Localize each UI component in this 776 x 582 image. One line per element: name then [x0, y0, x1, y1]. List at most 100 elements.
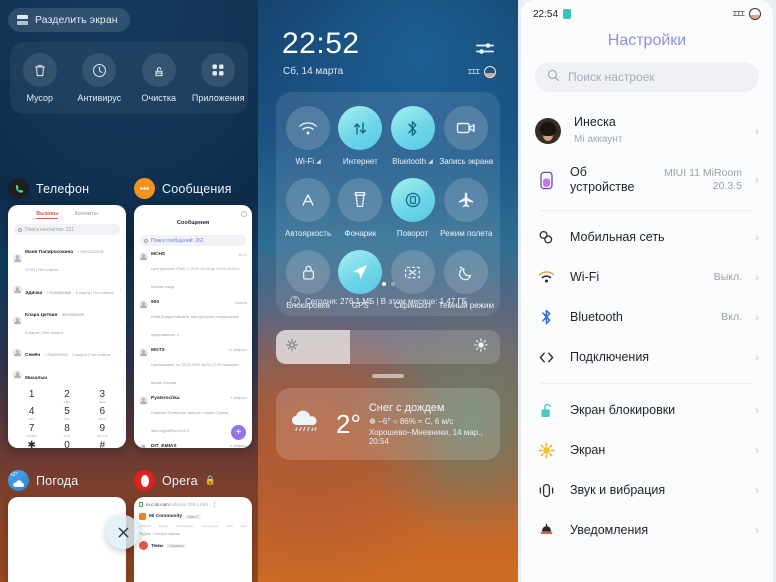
compose-message-button[interactable]: + [231, 425, 246, 440]
browser-address-bar[interactable]: ru.c.mi.com/ru/forum-235-1.html ⋮ [134, 497, 252, 511]
toggle-wifi[interactable]: Wi-Fi ◢ [282, 106, 334, 166]
dialer-search-input[interactable]: Поиск контактов: 121 [14, 224, 120, 235]
tool-apps[interactable]: Приложения [189, 53, 247, 103]
key-hash[interactable]: #; [85, 440, 120, 448]
messages-search-input[interactable]: Поиск сообщений: 262 [140, 235, 246, 246]
list-item[interactable]: Семён +79652209G 5 марта | Нет ответа › [8, 341, 126, 363]
key-3[interactable]: 3 DEF [85, 389, 120, 404]
drag-handle[interactable] [372, 374, 404, 378]
list-item[interactable]: MCHS 16:22 Центральное УГМС с 19:00 14.03… [134, 249, 252, 297]
toggle-internet[interactable]: Интернет [334, 106, 386, 166]
settings-item-wifi[interactable]: Wi-Fi Выкл. › [521, 257, 773, 297]
settings-item-account[interactable]: Инеска Mi аккаунт › [521, 106, 773, 156]
recent-card-messages[interactable]: Сообщения Сообщения Поиск сообщений: 262… [134, 178, 252, 448]
site-nav[interactable]: Главная Форум Смартфоны Аксессуары MIUI … [134, 522, 252, 530]
nav-item[interactable]: Ещё [241, 524, 247, 528]
key-digit: 5 [64, 405, 70, 417]
avatar [139, 347, 148, 357]
divider [541, 210, 753, 211]
key-2[interactable]: 2 ABC [49, 389, 84, 404]
recent-card-header: Opera 🔒 [134, 470, 252, 491]
settings-item-display[interactable]: Экран › [521, 430, 773, 470]
key-7[interactable]: 7 PQRS [14, 423, 49, 438]
auto-brightness-icon [286, 178, 331, 222]
key-9[interactable]: 9 WXYZ [85, 423, 120, 438]
toggle-airplane[interactable]: Режим полета [439, 178, 494, 238]
chevron-right-icon: › [755, 270, 759, 284]
recent-card-thumbnail[interactable]: Вызовы Контакты Поиск контактов: 121 Ман… [8, 205, 126, 448]
site-name: Mi Community [149, 514, 183, 519]
toggle-auto-brightness[interactable]: Автояркость [282, 178, 334, 238]
key-6[interactable]: 6 MNO [85, 406, 120, 421]
nav-item[interactable]: Главная [139, 524, 151, 528]
toggles-pager[interactable] [276, 282, 500, 286]
dialer-tab-contacts[interactable]: Контакты [74, 211, 97, 219]
gear-icon[interactable] [241, 211, 247, 217]
nav-item[interactable]: Аксессуары [201, 524, 218, 528]
pager-dot-1[interactable] [381, 282, 386, 286]
pager-dot-2[interactable] [390, 282, 395, 286]
list-item[interactable]: Михалыч [8, 364, 126, 386]
key-8[interactable]: 8 TUV [49, 423, 84, 438]
chevron-right-icon: › [119, 349, 121, 356]
key-4[interactable]: 4 GHI [14, 406, 49, 421]
settings-item-label: Bluetooth [570, 309, 623, 324]
split-screen-button[interactable]: Разделить экран [8, 8, 130, 32]
recent-card-phone[interactable]: Телефон Вызовы Контакты Поиск контактов:… [8, 178, 126, 448]
settings-item-connections[interactable]: Подключения › [521, 337, 773, 377]
search-input[interactable]: Поиск настроек [535, 62, 759, 92]
contact-number: +79532229GR [77, 249, 104, 255]
list-item[interactable]: Маня Папиросокина +79532229GR 22:53 | Не… [8, 238, 126, 278]
browser-url-host: ru.c.mi.com [146, 502, 169, 507]
weather-widget[interactable]: 2° Снег с дождем ☸ −6° ○ 86% ≈ С, 6 м/с … [276, 388, 500, 460]
key-0[interactable]: 0+ [49, 440, 84, 448]
key-digit: # [99, 439, 106, 448]
list-item[interactable]: DIT_EMIAS6 февраля Вы записаны: У2И ДГП … [134, 440, 252, 448]
key-letters: WXYZ [97, 433, 108, 438]
avatar [139, 252, 148, 262]
toggle-screen-record[interactable]: Запись экрана [439, 106, 494, 166]
overflow-menu-icon[interactable]: ⋮ [211, 501, 217, 508]
toggle-bluetooth[interactable]: Bluetooth ◢ [386, 106, 438, 166]
key-1[interactable]: 1 [14, 389, 49, 404]
recent-card-thumbnail[interactable]: Сообщения Поиск сообщений: 262 MCHS 16:22… [134, 205, 252, 448]
trash-icon [22, 53, 57, 87]
settings-item-about[interactable]: Об устройстве MIUI 11 MiRoom 20.3.5 › [521, 156, 773, 204]
tool-antivirus[interactable]: Антивирус [70, 53, 128, 103]
dialer-tab-calls[interactable]: Вызовы [36, 211, 59, 219]
settings-sliders-icon[interactable] [476, 42, 494, 60]
list-item[interactable]: Эдичка +7930686868 6 марта | Нет ответа … [8, 278, 126, 300]
nav-item[interactable]: MIUI [226, 524, 233, 528]
dark-mode-icon [444, 250, 489, 294]
key-5[interactable]: 5 JKL [49, 406, 84, 421]
dialer-keypad[interactable]: 1 2 ABC 3 DEF 4 GHI 5 JKL 6 MNO 7 PQRS 8 TUV 9W… [8, 386, 126, 448]
split-screen-icon [17, 15, 28, 25]
thread-avatar [139, 541, 148, 550]
settings-item-lock-screen[interactable]: Экран блокировки › [521, 390, 773, 430]
settings-item-bluetooth[interactable]: Bluetooth Вкл. › [521, 297, 773, 337]
control-center-surface: 22:52 Сб, 14 марта ⌶⌶⌶ Wi-Fi ◢ Интернет … [266, 6, 510, 574]
recent-card-opera[interactable]: Opera 🔒 ru.c.mi.com/ru/forum-235-1.html … [134, 470, 252, 582]
list-item[interactable]: Клара Цеткин 8003080699 6 марта | Нет от… [8, 301, 126, 341]
list-item[interactable]: Темы Сервисы [134, 538, 252, 553]
toggle-flashlight[interactable]: Фонарик [334, 178, 386, 238]
key-star[interactable]: ✱, [14, 440, 49, 448]
list-item[interactable]: MGTS 14 февраля Напоминаем, на 15.02.2020… [134, 345, 252, 393]
message-preview: Инна Владиславовна, вам доступно специал… [151, 315, 239, 338]
settings-item-sound[interactable]: Звук и вибрация › [521, 470, 773, 510]
tool-cleanup[interactable]: Очистка [130, 53, 188, 103]
nav-item[interactable]: Форум [159, 524, 168, 528]
data-usage-row[interactable]: ? Сегодня: 276.1 МБ | В этом месяце: 1.4… [290, 296, 467, 306]
key-letters: MNO [98, 416, 107, 421]
settings-item-mobile-network[interactable]: Мобильная сеть › [521, 217, 773, 257]
close-all-recents-button[interactable] [106, 515, 140, 549]
settings-item-notifications[interactable]: Уведомления › [521, 510, 773, 550]
nav-item[interactable]: Смартфоны [176, 524, 193, 528]
toggle-rotation[interactable]: Поворот [386, 178, 438, 238]
tool-trash[interactable]: Мусор [11, 53, 69, 103]
brightness-slider[interactable] [276, 330, 500, 364]
recent-card-thumbnail[interactable]: ru.c.mi.com/ru/forum-235-1.html ⋮ Mi Com… [134, 497, 252, 582]
control-center-panel: 22:52 Сб, 14 марта ⌶⌶⌶ Wi-Fi ◢ Интернет … [258, 0, 518, 582]
clock-time: 22:52 [282, 27, 360, 60]
list-item[interactable]: 900 3 марта Инна Владиславовна, вам досту… [134, 297, 252, 345]
